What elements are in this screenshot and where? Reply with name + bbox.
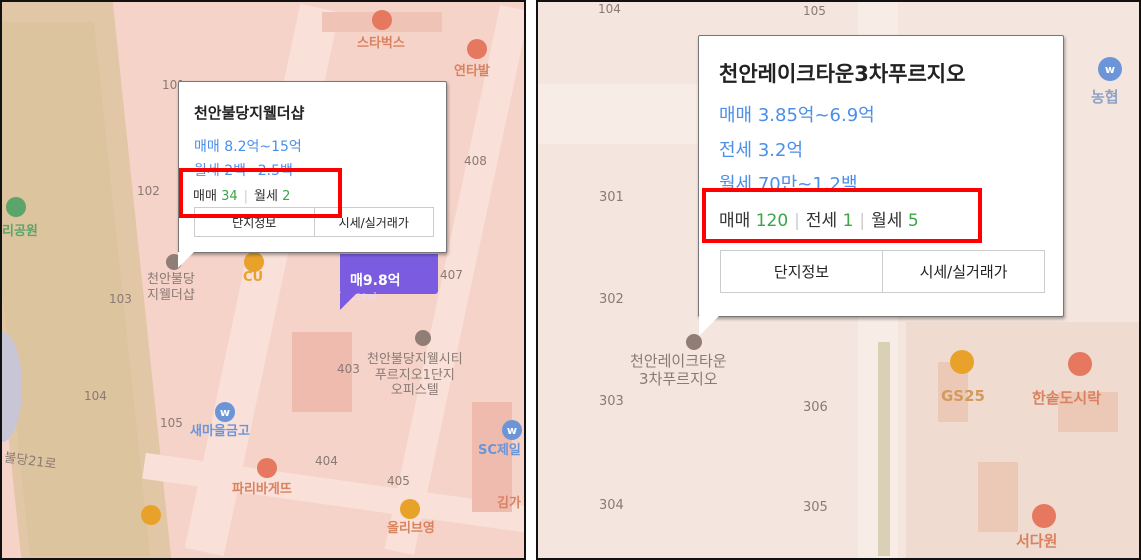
complex-icon bbox=[415, 330, 431, 346]
building-number: 105 bbox=[160, 416, 183, 430]
store-icon bbox=[400, 499, 420, 519]
building-number: 302 bbox=[599, 292, 624, 307]
bakery-icon bbox=[257, 458, 277, 478]
bank-icon: w bbox=[215, 402, 235, 422]
highlight-box bbox=[702, 188, 982, 243]
complex-info-button[interactable]: 단지정보 bbox=[721, 251, 882, 292]
sale-price-range: 매매 3.85억~6.9억 bbox=[719, 105, 875, 126]
complex-label[interactable]: 천안불당 지웰더샵 bbox=[147, 272, 195, 303]
poi-paris[interactable]: 파리바게뜨 bbox=[232, 478, 292, 497]
store-icon bbox=[141, 505, 161, 525]
highlight-box bbox=[179, 168, 342, 218]
building-number: 104 bbox=[598, 2, 621, 16]
green-strip bbox=[878, 342, 890, 556]
poi-saemaeul[interactable]: 새마을금고 bbox=[190, 420, 250, 439]
popup-title: 천안불당지웰더샵 bbox=[194, 104, 305, 122]
jeonse-price-range: 전세 3.2억 bbox=[719, 140, 804, 161]
building-number: 306 bbox=[803, 400, 828, 415]
poi-olive[interactable]: 올리브영 bbox=[387, 517, 435, 536]
map-panel-right[interactable]: 104 105 301 302 303 304 305 306 천안레이크타운 … bbox=[536, 0, 1141, 560]
block-area bbox=[906, 322, 1139, 558]
price-history-button[interactable]: 시세/실거래가 bbox=[882, 251, 1044, 292]
store-icon bbox=[244, 252, 264, 272]
restaurant-icon bbox=[1032, 504, 1056, 528]
popup-buttons: 단지정보 시세/실거래가 bbox=[720, 250, 1045, 293]
building-number: 102 bbox=[137, 184, 160, 198]
store-icon bbox=[950, 350, 974, 374]
sale-price-range: 매매 8.2억~15억 bbox=[194, 139, 302, 155]
poi-gim[interactable]: 김가 bbox=[497, 492, 521, 511]
restaurant-icon bbox=[467, 39, 487, 59]
restaurant-icon bbox=[1068, 352, 1092, 376]
building-number: 103 bbox=[109, 292, 132, 306]
complex-icon bbox=[686, 334, 702, 350]
complex-popup: 천안레이크타운3차푸르지오 매매 3.85억~6.9억 전세 3.2억 월세 7… bbox=[698, 35, 1064, 317]
price-marker[interactable]: 매9.8억 129㎡ bbox=[340, 254, 438, 303]
building-number: 408 bbox=[464, 154, 487, 168]
bank-icon: w bbox=[502, 420, 522, 440]
popup-tail bbox=[699, 316, 719, 336]
building-number: 404 bbox=[315, 454, 338, 468]
popup-title: 천안레이크타운3차푸르지오 bbox=[719, 62, 966, 86]
building-number: 405 bbox=[387, 474, 410, 488]
poi-seodawon[interactable]: 서다원 bbox=[1016, 530, 1057, 551]
marker-tail bbox=[340, 293, 357, 310]
building-number: 304 bbox=[599, 498, 624, 513]
poi-hansot[interactable]: 한솥도시락 bbox=[1032, 387, 1101, 408]
poi-yeontabal[interactable]: 연타발 bbox=[454, 60, 490, 79]
park-icon bbox=[6, 197, 26, 217]
building-number: 305 bbox=[803, 500, 828, 515]
marker-price: 매9.8억 bbox=[350, 273, 401, 289]
cafe-icon bbox=[372, 10, 392, 30]
poi-nh[interactable]: 농협 bbox=[1091, 86, 1119, 107]
poi-cu[interactable]: CU bbox=[243, 270, 263, 285]
popup-tail bbox=[178, 252, 194, 268]
building-number: 104 bbox=[84, 389, 107, 403]
building-number: 105 bbox=[803, 4, 826, 18]
building-number: 407 bbox=[440, 268, 463, 282]
bank-icon: w bbox=[1098, 57, 1122, 81]
poi-sc[interactable]: SC제일 bbox=[478, 439, 521, 458]
building-number: 403 bbox=[337, 362, 360, 376]
building-number: 303 bbox=[599, 394, 624, 409]
poi-gs25[interactable]: GS25 bbox=[941, 387, 985, 405]
building-number: 301 bbox=[599, 190, 624, 205]
building bbox=[978, 462, 1018, 532]
poi-park[interactable]: 리공원 bbox=[2, 220, 38, 239]
complex-label[interactable]: 천안레이크타운 3차푸르지오 bbox=[630, 352, 727, 388]
poi-starbucks[interactable]: 스타벅스 bbox=[357, 32, 405, 51]
complex-label[interactable]: 천안불당지웰시티 푸르지오1단지 오피스텔 bbox=[367, 352, 463, 399]
map-panel-left[interactable]: 101 102 103 104 105 408 407 403 404 405 … bbox=[0, 0, 526, 560]
complex-popup: 천안불당지웰더샵 매매 8.2억~15억 월세 2백~2.5백 매매 34 | 월세… bbox=[178, 81, 447, 253]
